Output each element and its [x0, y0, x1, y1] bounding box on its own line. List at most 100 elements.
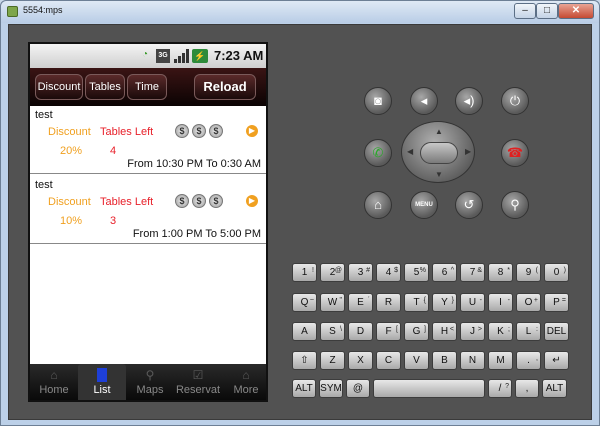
- keyboard-key[interactable]: X: [348, 351, 373, 370]
- keyboard-key[interactable]: 0): [544, 263, 569, 282]
- key-alt-label: ;: [508, 326, 510, 333]
- call-button[interactable]: ✆: [364, 139, 392, 167]
- keyboard-key[interactable]: R: [376, 293, 401, 312]
- keyboard-key[interactable]: B: [432, 351, 457, 370]
- tab-maps[interactable]: ⚲ Maps: [126, 364, 174, 400]
- tab-label: More: [233, 384, 259, 396]
- key-label: 9: [525, 267, 532, 278]
- emulator-body: ◔ 3G ⚡ 7:23 AM Discount Tables Time Relo…: [8, 24, 592, 420]
- keyboard-key[interactable]: ,: [515, 379, 539, 398]
- keyboard-key[interactable]: P =: [544, 293, 569, 312]
- end-call-button[interactable]: ☎: [501, 139, 529, 167]
- keyboard-key[interactable]: .,: [516, 351, 541, 370]
- key-label: 6: [441, 267, 448, 278]
- keyboard-key[interactable]: K;: [488, 322, 513, 341]
- keyboard-key[interactable]: M: [488, 351, 513, 370]
- keyboard-key[interactable]: N: [460, 351, 485, 370]
- key-label: G: [412, 326, 421, 337]
- dpad-up-icon[interactable]: ▲: [435, 127, 443, 136]
- keyboard-key[interactable]: ↵: [544, 351, 569, 370]
- tab-home[interactable]: ⌂ Home: [30, 364, 78, 400]
- keyboard-key[interactable]: L:: [516, 322, 541, 341]
- reload-button[interactable]: Reload: [194, 74, 256, 100]
- keyboard-key[interactable]: C: [376, 351, 401, 370]
- volume-up-button[interactable]: ◂): [455, 87, 483, 115]
- key-alt-label: !: [312, 267, 314, 274]
- keyboard-key[interactable]: 5%: [404, 263, 429, 282]
- keyboard-key[interactable]: E ´: [348, 293, 373, 312]
- keyboard-key[interactable]: @: [346, 379, 370, 398]
- keyboard-key[interactable]: Y}: [432, 293, 457, 312]
- list-item[interactable]: test Discount Tables Left $ $ $ ▶ 10% 3 …: [30, 176, 266, 244]
- home-button[interactable]: ⌂: [364, 191, 392, 219]
- keyboard-key[interactable]: DEL: [544, 322, 569, 341]
- dpad-left-icon[interactable]: ◀: [407, 147, 413, 156]
- keyboard-key[interactable]: Q ~: [292, 293, 317, 312]
- title-bar[interactable]: 5554:mps – □ ✕: [1, 1, 599, 23]
- key-label: ,: [525, 383, 529, 394]
- key-alt-label: ?: [505, 383, 509, 390]
- keyboard-key[interactable]: Z: [320, 351, 345, 370]
- keyboard-key[interactable]: 8 *: [488, 263, 513, 282]
- keyboard-key[interactable]: S \: [320, 322, 345, 341]
- key-label: M: [496, 355, 505, 366]
- volume-down-button[interactable]: ◂: [410, 87, 438, 115]
- keyboard-key[interactable]: 7 &: [460, 263, 485, 282]
- keyboard-key[interactable]: ALT: [292, 379, 316, 398]
- key-label: 5: [413, 267, 420, 278]
- tab-list[interactable]: List: [78, 364, 126, 400]
- keyboard-key[interactable]: 9(: [516, 263, 541, 282]
- dpad-center-button[interactable]: [420, 142, 458, 164]
- key-alt-label: (: [535, 267, 538, 274]
- list-item[interactable]: test Discount Tables Left $ $ $ ▶ 20% 4 …: [30, 106, 266, 174]
- keyboard-key[interactable]: 1!: [292, 263, 317, 282]
- keyboard-key[interactable]: I-: [488, 293, 513, 312]
- power-button[interactable]: ⏻: [501, 87, 529, 115]
- dpad[interactable]: ▲ ▼ ◀ ▶: [401, 121, 475, 183]
- chevron-right-icon[interactable]: ▶: [246, 195, 258, 207]
- keyboard-key[interactable]: D: [348, 322, 373, 341]
- dpad-right-icon[interactable]: ▶: [465, 147, 471, 156]
- keyboard-key[interactable]: F[: [376, 322, 401, 341]
- tab-more[interactable]: ⌂ More: [222, 364, 266, 400]
- key-label: SYM: [320, 383, 342, 394]
- keyboard-key[interactable]: H <: [432, 322, 457, 341]
- home-icon: ⌂: [50, 368, 58, 382]
- key-alt-label: #: [366, 267, 370, 274]
- tab-label: Reservat: [175, 384, 221, 396]
- close-button[interactable]: ✕: [558, 3, 594, 19]
- keyboard-key[interactable]: 4 $: [376, 263, 401, 282]
- keyboard-key[interactable]: 6 ^: [432, 263, 457, 282]
- menu-button[interactable]: MENU: [410, 191, 438, 219]
- minimize-button[interactable]: –: [514, 3, 536, 19]
- keyboard-key[interactable]: T{: [404, 293, 429, 312]
- camera-button[interactable]: ◙: [364, 87, 392, 115]
- keyboard-key[interactable]: V: [404, 351, 429, 370]
- keyboard-key[interactable]: J >: [460, 322, 485, 341]
- keyboard-key[interactable]: /?: [488, 379, 512, 398]
- tab-reservation[interactable]: ☑ Reservat: [174, 364, 222, 400]
- keyboard-key[interactable]: 3 #: [348, 263, 373, 282]
- key-alt-label: ~: [309, 297, 314, 304]
- key-label: Q: [300, 297, 309, 308]
- keyboard-key[interactable]: ⇧: [292, 351, 317, 370]
- keyboard-key[interactable]: ALT: [542, 379, 567, 398]
- keyboard-key[interactable]: A: [292, 322, 317, 341]
- time-button[interactable]: Time: [127, 74, 167, 100]
- keyboard-key[interactable]: U-: [460, 293, 485, 312]
- space-key[interactable]: [373, 379, 485, 398]
- keyboard-key[interactable]: O +: [516, 293, 541, 312]
- maximize-button[interactable]: □: [536, 3, 558, 19]
- discount-button[interactable]: Discount: [35, 74, 83, 100]
- search-button[interactable]: ⚲: [501, 191, 529, 219]
- dpad-down-icon[interactable]: ▼: [435, 170, 443, 179]
- keyboard-key[interactable]: 2 @: [320, 263, 345, 282]
- keyboard-key[interactable]: W ": [320, 293, 345, 312]
- keyboard-key[interactable]: G]: [404, 322, 429, 341]
- tables-button[interactable]: Tables: [85, 74, 125, 100]
- keyboard-key[interactable]: SYM: [319, 379, 343, 398]
- back-button[interactable]: ↺: [455, 191, 483, 219]
- key-label: 3: [357, 267, 364, 278]
- app-icon: [7, 6, 18, 17]
- chevron-right-icon[interactable]: ▶: [246, 125, 258, 137]
